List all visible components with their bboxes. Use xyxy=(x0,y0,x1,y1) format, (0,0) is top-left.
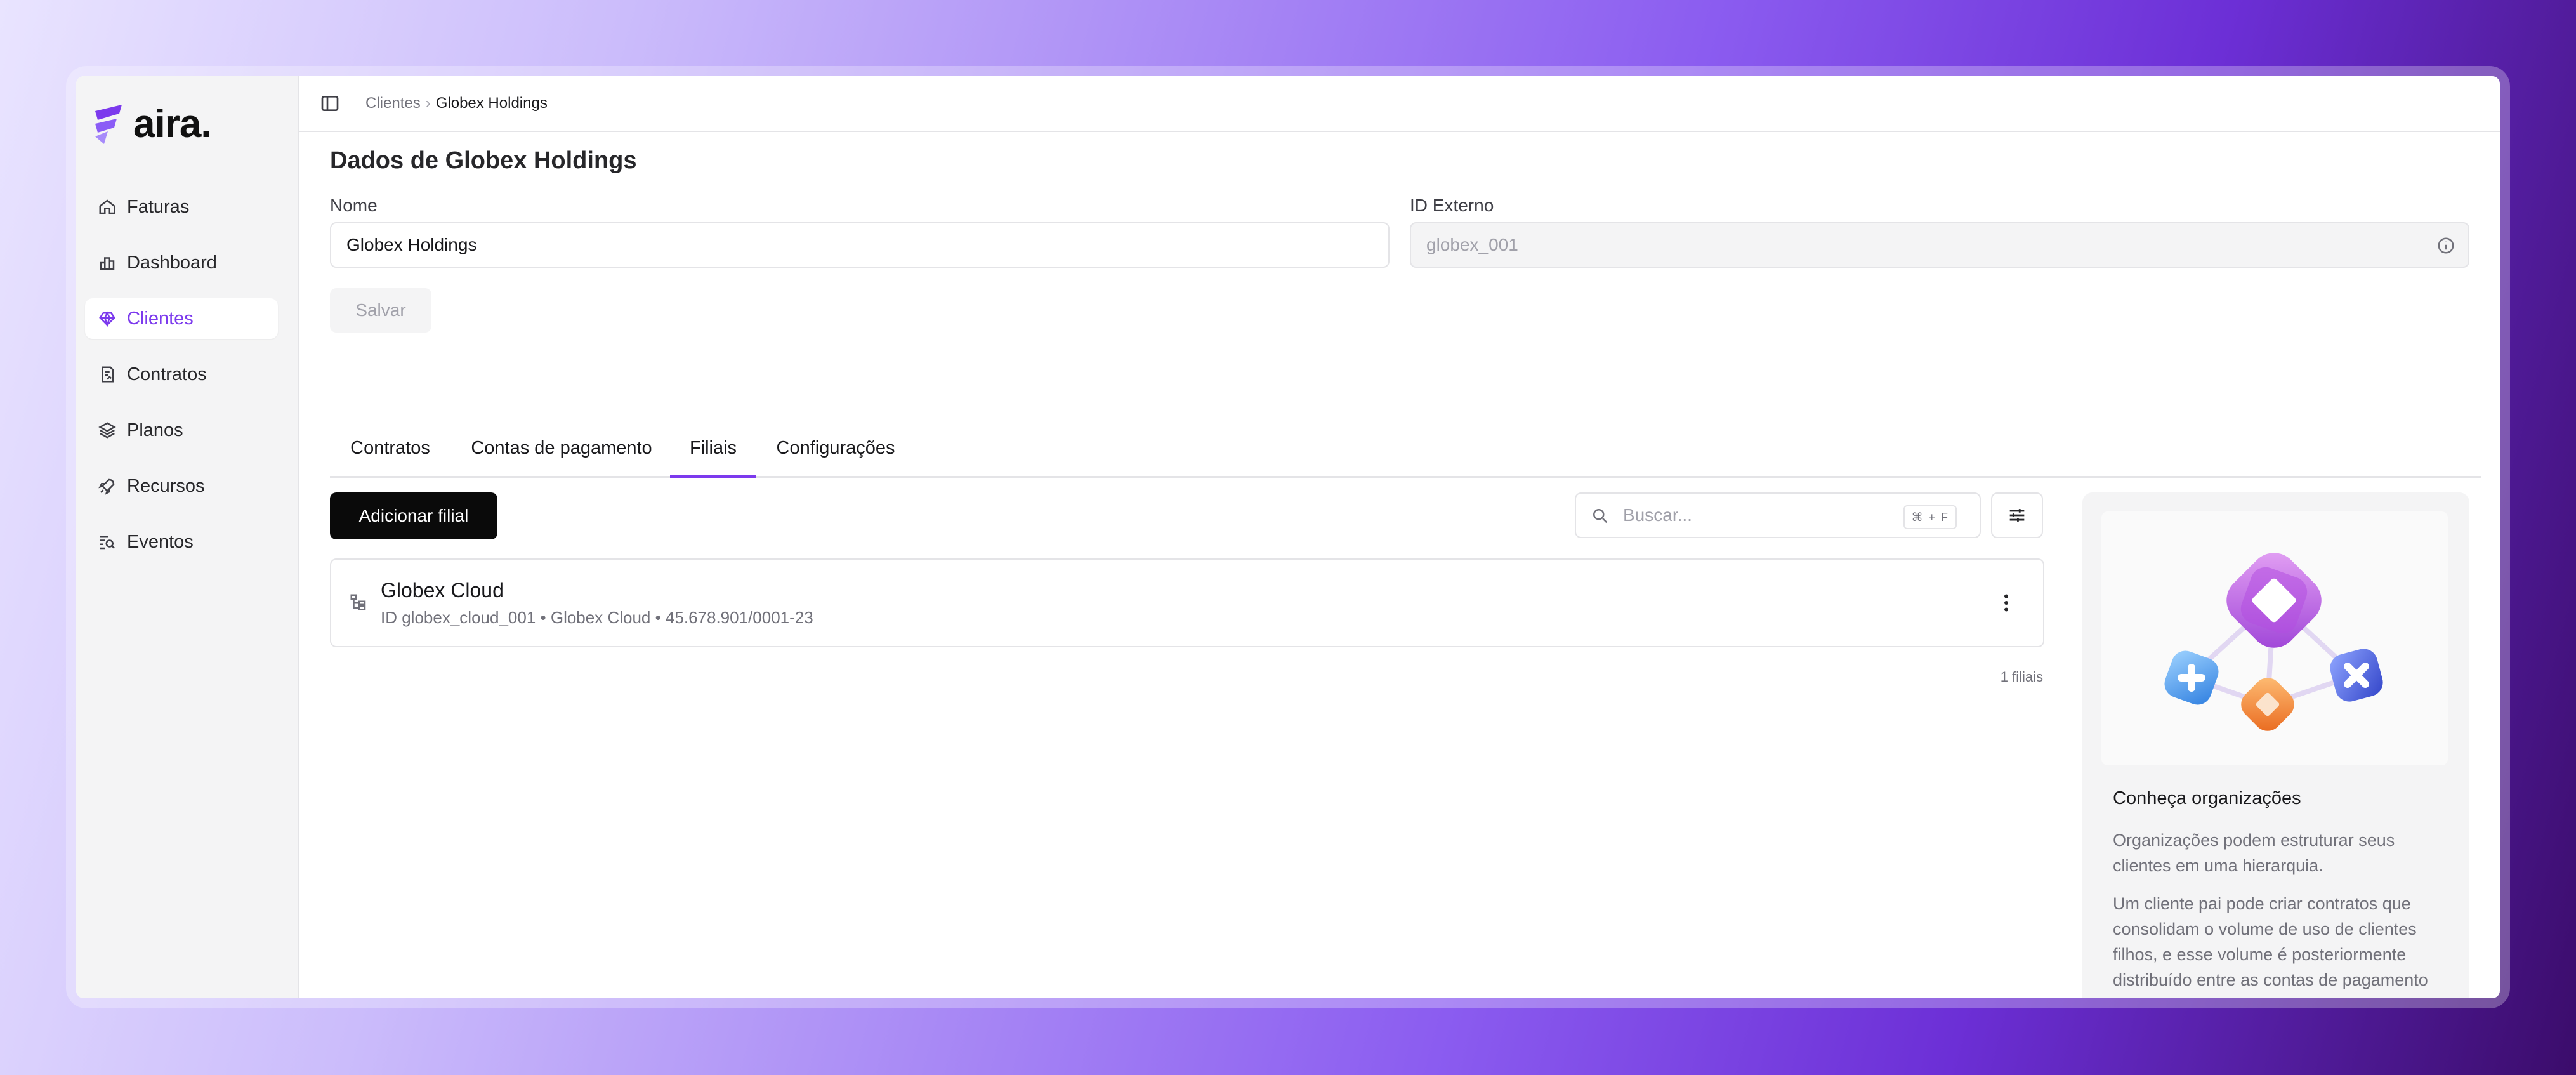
sidebar-item-label: Contratos xyxy=(127,364,207,385)
sidebar-item-label: Eventos xyxy=(127,531,194,552)
sidebar-item-label: Dashboard xyxy=(127,252,217,273)
hierarchy-icon xyxy=(350,594,366,610)
search-box: ⌘ + F xyxy=(1575,492,1981,538)
tab-configuracoes[interactable]: Configurações xyxy=(777,438,895,476)
topbar: Clientes › Globex Holdings xyxy=(299,76,2500,132)
branch-name: Globex Cloud xyxy=(381,579,504,602)
sidebar-item-faturas[interactable]: Faturas xyxy=(85,187,278,227)
sliders-icon xyxy=(2009,509,2025,522)
organizations-illustration xyxy=(2101,511,2448,765)
breadcrumb-current: Globex Holdings xyxy=(435,95,548,112)
external-id-field[interactable]: globex_001 xyxy=(1410,222,2469,268)
add-branch-button[interactable]: Adicionar filial xyxy=(330,492,497,539)
search-input[interactable] xyxy=(1622,505,1891,526)
list-item[interactable]: Globex Cloud ID globex_cloud_001 • Globe… xyxy=(330,558,2044,647)
sidebar-item-label: Clientes xyxy=(127,308,194,329)
tab-bar: Contratos Contas de pagamento Filiais Co… xyxy=(330,419,2481,478)
info-panel-title: Conheça organizações xyxy=(2113,788,2301,808)
event-search-icon xyxy=(100,536,115,550)
heart-gem-icon xyxy=(99,311,115,327)
sidebar-toggle-icon[interactable] xyxy=(320,93,340,114)
sidebar-item-eventos[interactable]: Eventos xyxy=(85,522,278,562)
sidebar-item-contratos[interactable]: Contratos xyxy=(85,354,278,395)
sidebar-item-label: Recursos xyxy=(127,475,205,496)
search-icon xyxy=(1593,509,1608,524)
info-icon[interactable] xyxy=(2436,236,2455,255)
tab-contratos[interactable]: Contratos xyxy=(350,438,430,476)
branch-details: ID globex_cloud_001 • Globex Cloud • 45.… xyxy=(381,608,813,627)
tab-contas-de-pagamento[interactable]: Contas de pagamento xyxy=(471,438,652,476)
sidebar-item-recursos[interactable]: Recursos xyxy=(85,466,278,506)
rocket-icon xyxy=(98,478,115,495)
info-panel: Conheça organizações Organizações podem … xyxy=(2082,492,2469,998)
tab-filiais[interactable]: Filiais xyxy=(670,438,756,478)
breadcrumb-separator: › xyxy=(425,95,431,112)
sidebar-item-label: Planos xyxy=(127,419,183,440)
name-label: Nome xyxy=(330,195,378,215)
external-id-label: ID Externo xyxy=(1410,195,1494,215)
brand-name: aira. xyxy=(133,102,212,146)
info-panel-paragraph-2: Um cliente pai pode criar contratos que … xyxy=(2113,894,2428,998)
breadcrumb-parent[interactable]: Clientes xyxy=(365,95,421,112)
sidebar-item-planos[interactable]: Planos xyxy=(85,410,278,451)
sidebar-item-clientes[interactable]: Clientes xyxy=(85,298,278,339)
save-button[interactable]: Salvar xyxy=(330,288,431,333)
contract-icon xyxy=(102,366,114,383)
search-shortcut: ⌘ + F xyxy=(1903,505,1957,529)
info-panel-paragraph-1: Organizações podem estruturar seus clien… xyxy=(2113,831,2395,875)
aira-logo-icon xyxy=(95,104,122,144)
branch-count: 1 filiais xyxy=(2000,669,2043,685)
sidebar-nav: Faturas Dashboard Clientes Contratos Pla… xyxy=(85,187,278,577)
home-icon xyxy=(99,199,115,214)
external-id-value: globex_001 xyxy=(1426,235,1518,254)
organization-hierarchy-icon xyxy=(2164,553,2383,731)
name-field-value: Globex Holdings xyxy=(346,235,477,254)
bar-chart-icon xyxy=(100,257,115,270)
logo: aira. xyxy=(91,102,212,147)
name-field[interactable]: Globex Holdings xyxy=(330,222,1390,268)
sidebar-item-dashboard[interactable]: Dashboard xyxy=(85,242,278,283)
sidebar-item-label: Faturas xyxy=(127,196,190,217)
more-vertical-icon[interactable] xyxy=(1995,591,2018,614)
page-title: Dados de Globex Holdings xyxy=(330,147,637,174)
main-content: Clientes › Globex Holdings Dados de Glob… xyxy=(299,76,2500,998)
app-window: aira. Faturas Dashboard Clientes Contrat… xyxy=(76,76,2500,998)
filter-button[interactable] xyxy=(1991,492,2043,538)
layers-icon xyxy=(98,422,116,439)
sidebar: aira. Faturas Dashboard Clientes Contrat… xyxy=(76,76,299,998)
